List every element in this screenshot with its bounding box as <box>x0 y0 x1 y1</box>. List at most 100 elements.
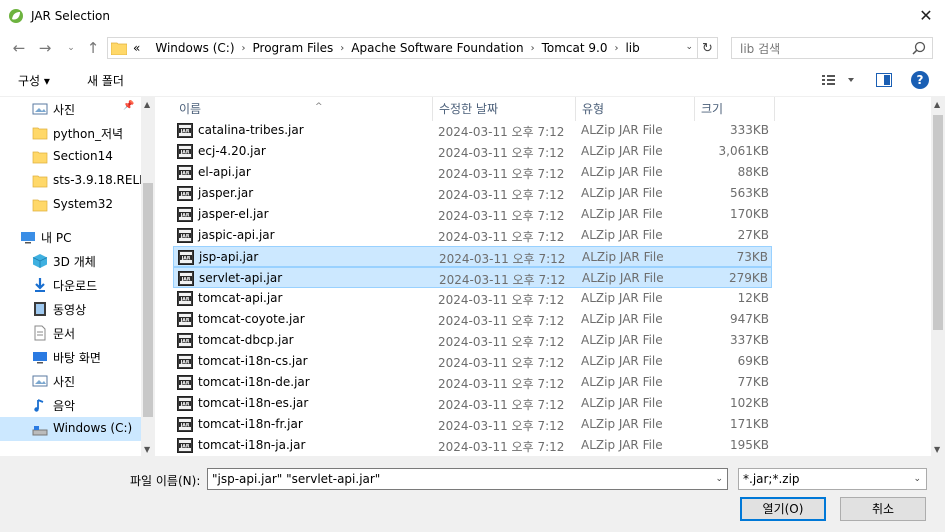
column-name[interactable]: 이름 ^ <box>173 97 433 121</box>
forward-button[interactable]: → <box>36 39 54 57</box>
scroll-up-icon[interactable]: ▲ <box>934 100 940 109</box>
file-row[interactable]: JAR servlet-api.jar 2024-03-11 오후 7:12 ALZi… <box>173 267 772 288</box>
sidebar-item[interactable]: 3D 개체 <box>0 249 141 273</box>
scroll-down-icon[interactable]: ▼ <box>934 445 940 454</box>
file-size: 77KB <box>737 375 769 389</box>
sidebar-item[interactable]: sts-3.9.18.RELEASE <box>0 169 155 193</box>
file-row[interactable]: JAR tomcat-i18n-ja.jar 2024-03-11 오후 7:12 A… <box>173 435 772 456</box>
file-name: tomcat-dbcp.jar <box>198 333 294 347</box>
navigation-scrollbar[interactable]: ▲ ▼ <box>141 97 155 457</box>
search-input[interactable]: lib 검색 <box>731 37 933 59</box>
file-date: 2024-03-11 오후 7:12 <box>438 335 565 349</box>
file-type: ALZip JAR File <box>581 438 663 452</box>
cancel-button[interactable]: 취소 <box>840 497 926 521</box>
organize-button[interactable]: 구성 ▾ <box>18 72 50 89</box>
file-row[interactable]: JAR tomcat-i18n-fr.jar 2024-03-11 오후 7:12 A… <box>173 414 772 435</box>
file-row[interactable]: JAR tomcat-dbcp.jar 2024-03-11 오후 7:12 ALZi… <box>173 330 772 351</box>
column-date[interactable]: 수정한 날짜 <box>433 97 576 121</box>
file-date: 2024-03-11 오후 7:12 <box>439 273 566 287</box>
svg-text:JAR: JAR <box>180 149 190 155</box>
file-row[interactable]: JAR tomcat-i18n-de.jar 2024-03-11 오후 7:12 A… <box>173 372 772 393</box>
svg-text:JAR: JAR <box>180 401 190 407</box>
filename-input[interactable]: "jsp-api.jar" "servlet-api.jar" ⌄ <box>207 468 728 490</box>
file-row[interactable]: JAR el-api.jar 2024-03-11 오후 7:12 ALZip JAR… <box>173 162 772 183</box>
music-icon <box>34 399 44 412</box>
chevron-down-icon[interactable]: ⌄ <box>715 469 723 489</box>
sidebar-item-label: python_저녁 <box>53 127 124 141</box>
navigation-pane: 사진 📌 python_저녁 Section14 sts-3.9.18.RELEASE S… <box>0 97 155 457</box>
file-size: 279KB <box>728 271 768 285</box>
file-size: 337KB <box>729 333 769 347</box>
chevron-right-icon: › <box>340 42 345 54</box>
command-bar: 구성 ▾ 새 폴더 ? <box>0 65 945 95</box>
jar-file-icon: JAR <box>177 228 193 243</box>
scroll-down-icon[interactable]: ▼ <box>144 445 150 454</box>
file-row[interactable]: JAR tomcat-api.jar 2024-03-11 오후 7:12 ALZip… <box>173 288 772 309</box>
sidebar-item[interactable]: 동영상 <box>0 297 141 321</box>
svg-text:JAR: JAR <box>180 443 190 449</box>
file-row[interactable]: JAR jasper.jar 2024-03-11 오후 7:12 ALZip JAR… <box>173 183 772 204</box>
breadcrumb-overflow[interactable]: « <box>133 41 140 55</box>
file-row[interactable]: JAR tomcat-coyote.jar 2024-03-11 오후 7:12 AL… <box>173 309 772 330</box>
pin-icon[interactable]: 📌 <box>123 101 134 111</box>
address-dropdown-icon[interactable]: ⌄ <box>685 42 693 52</box>
file-list: 이름 ^ 수정한 날짜 유형 크기 JAR catalina-tribes.jar… <box>155 97 931 457</box>
file-row[interactable]: JAR tomcat-i18n-es.jar 2024-03-11 오후 7:12 A… <box>173 393 772 414</box>
back-button[interactable]: ← <box>10 39 28 57</box>
close-icon: ✕ <box>919 5 933 25</box>
file-row[interactable]: JAR catalina-tribes.jar 2024-03-11 오후 7:12… <box>173 120 772 141</box>
file-type: ALZip JAR File <box>581 123 663 137</box>
content-area: 사진 📌 python_저녁 Section14 sts-3.9.18.RELEASE S… <box>0 96 945 457</box>
spring-leaf-icon <box>9 8 23 23</box>
svg-text:JAR: JAR <box>180 380 190 386</box>
file-list-scrollbar[interactable]: ▲ ▼ <box>931 97 945 457</box>
recent-locations-button[interactable]: ⌄ <box>62 39 80 57</box>
sidebar-item[interactable]: 사진 <box>0 369 141 393</box>
breadcrumb-apache[interactable]: Apache Software Foundation <box>351 41 523 55</box>
preview-pane-icon[interactable] <box>876 73 892 87</box>
jar-file-icon: JAR <box>177 207 193 222</box>
file-row[interactable]: JAR ecj-4.20.jar 2024-03-11 오후 7:12 ALZip J… <box>173 141 772 162</box>
open-button[interactable]: 열기(O) <box>740 497 826 521</box>
file-row[interactable]: JAR jaspic-api.jar 2024-03-11 오후 7:12 ALZip… <box>173 225 772 246</box>
help-icon[interactable]: ? <box>911 71 929 89</box>
scroll-up-icon[interactable]: ▲ <box>144 100 150 109</box>
file-row[interactable]: JAR tomcat-i18n-cs.jar 2024-03-11 오후 7:12 A… <box>173 351 772 372</box>
sidebar-item-label: 사진 <box>53 375 76 389</box>
breadcrumb-program-files[interactable]: Program Files <box>253 41 334 55</box>
desktop-icon <box>33 352 47 364</box>
view-options-icon[interactable] <box>820 72 860 88</box>
breadcrumb-tomcat[interactable]: Tomcat 9.0 <box>542 41 608 55</box>
column-size[interactable]: 크기 <box>695 97 775 121</box>
refresh-icon: ↻ <box>702 40 713 56</box>
breadcrumb-lib[interactable]: lib <box>625 41 639 55</box>
sidebar-item[interactable]: 내 PC <box>0 225 141 249</box>
downloads-icon <box>35 278 45 292</box>
sidebar-item[interactable]: Windows (C:) <box>0 417 141 441</box>
sidebar-item[interactable]: 사진 📌 <box>0 97 141 121</box>
sidebar-item[interactable]: 바탕 화면 <box>0 345 141 369</box>
scrollbar-thumb[interactable] <box>143 183 153 417</box>
column-type[interactable]: 유형 <box>576 97 695 121</box>
close-button[interactable]: ✕ <box>913 4 939 26</box>
sidebar-item[interactable]: System32 <box>0 193 141 217</box>
sidebar-item[interactable]: 다운로드 <box>0 273 141 297</box>
scrollbar-thumb[interactable] <box>933 115 943 330</box>
sidebar-item[interactable]: Section14 <box>0 145 141 169</box>
file-type-select[interactable]: *.jar;*.zip ⌄ <box>738 468 927 490</box>
refresh-button[interactable]: ↻ <box>698 37 718 59</box>
sidebar-item[interactable]: 음악 <box>0 393 141 417</box>
file-row[interactable]: JAR jsp-api.jar 2024-03-11 오후 7:12 ALZip JA… <box>173 246 772 267</box>
address-bar[interactable]: « Windows (C:) › Program Files › Apache … <box>107 37 698 59</box>
filename-value: "jsp-api.jar" "servlet-api.jar" <box>212 472 381 486</box>
file-row[interactable]: JAR jasper-el.jar 2024-03-11 오후 7:12 ALZip … <box>173 204 772 225</box>
file-size: 27KB <box>737 228 769 242</box>
sidebar-item[interactable]: python_저녁 <box>0 121 141 145</box>
up-button[interactable]: ↑ <box>84 39 102 57</box>
jar-file-icon: JAR <box>177 417 193 432</box>
sidebar-item[interactable]: 문서 <box>0 321 141 345</box>
svg-text:JAR: JAR <box>180 170 190 176</box>
search-icon <box>912 41 926 55</box>
breadcrumb-windows-c[interactable]: Windows (C:) <box>155 41 234 55</box>
new-folder-button[interactable]: 새 폴더 <box>87 72 124 89</box>
